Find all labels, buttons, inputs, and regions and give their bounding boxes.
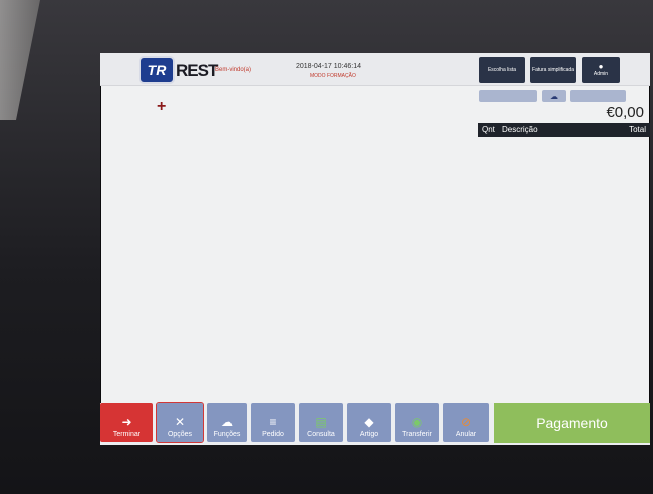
panel-icon-button[interactable]: ☁: [542, 90, 566, 102]
transferir-button[interactable]: ◉ Transferir: [395, 403, 439, 442]
functions-button[interactable]: ☁ Funções: [207, 403, 247, 442]
welcome-text: Bem-vindo(a): [215, 67, 252, 73]
list-button[interactable]: Escolha lista: [479, 57, 525, 83]
logo-mark: TR: [139, 56, 175, 84]
transferir-label: Transferir: [402, 431, 432, 438]
consulta-button[interactable]: ▤ Consulta: [299, 403, 343, 442]
order-icon: ≡: [269, 415, 277, 429]
tools-icon: ✕: [174, 415, 186, 429]
pedido-label: Pedido: [262, 431, 284, 438]
transfer-icon: ◉: [411, 415, 423, 429]
order-total: €0,00: [606, 104, 644, 121]
order-table-header: Qnt Descrição Total: [478, 123, 650, 137]
col-total: Total: [629, 125, 646, 134]
pedido-button[interactable]: ≡ Pedido: [251, 403, 295, 442]
bottom-toolbar: ➜ Terminar ✕ Opções ☁ Funções ≡ Pedido ▤…: [100, 402, 650, 445]
options-label: Opções: [167, 431, 193, 438]
item-icon: ◆: [364, 415, 374, 429]
anular-button[interactable]: ⊘ Anular: [443, 403, 489, 442]
terminate-label: Terminar: [112, 431, 141, 438]
col-qty: Qnt: [482, 125, 495, 134]
options-button[interactable]: ✕ Opções: [156, 402, 204, 443]
date-time: 2018-04-17 10:46:14: [296, 63, 361, 70]
printer-icon: ▤: [315, 415, 327, 429]
anular-label: Anular: [455, 431, 477, 438]
cloud-icon: ☁: [221, 415, 233, 429]
terminate-button[interactable]: ➜ Terminar: [100, 403, 153, 442]
payment-button[interactable]: Pagamento: [494, 403, 650, 443]
panel-button-right[interactable]: [570, 90, 626, 102]
functions-label: Funções: [213, 431, 241, 438]
top-bar: TR REST Bem-vindo(a) 2018-04-17 10:46:14…: [100, 53, 650, 86]
logo-text: REST: [176, 61, 218, 80]
add-icon[interactable]: +: [157, 98, 166, 116]
artigo-label: Artigo: [359, 431, 379, 438]
simplified-invoice-button[interactable]: Fatura simplificada: [530, 57, 576, 83]
cancel-icon: ⊘: [460, 415, 472, 429]
cloud-icon: ☁: [550, 91, 558, 101]
pos-screen: TR REST Bem-vindo(a) 2018-04-17 10:46:14…: [100, 53, 650, 445]
artigo-button[interactable]: ◆ Artigo: [347, 403, 391, 442]
col-description: Descrição: [502, 125, 538, 134]
exit-icon: ➜: [121, 415, 132, 429]
panel-button-left[interactable]: [479, 90, 537, 102]
user-icon: ●: [598, 62, 604, 71]
consulta-label: Consulta: [307, 431, 335, 438]
admin-label: Admin: [593, 71, 609, 77]
simplified-invoice-label: Fatura simplificada: [532, 67, 574, 73]
admin-button[interactable]: ● Admin: [582, 57, 620, 83]
training-mode-label: MODO FORMAÇÃO: [310, 73, 356, 79]
payment-label: Pagamento: [536, 415, 608, 431]
list-button-label: Escolha lista: [487, 67, 517, 73]
